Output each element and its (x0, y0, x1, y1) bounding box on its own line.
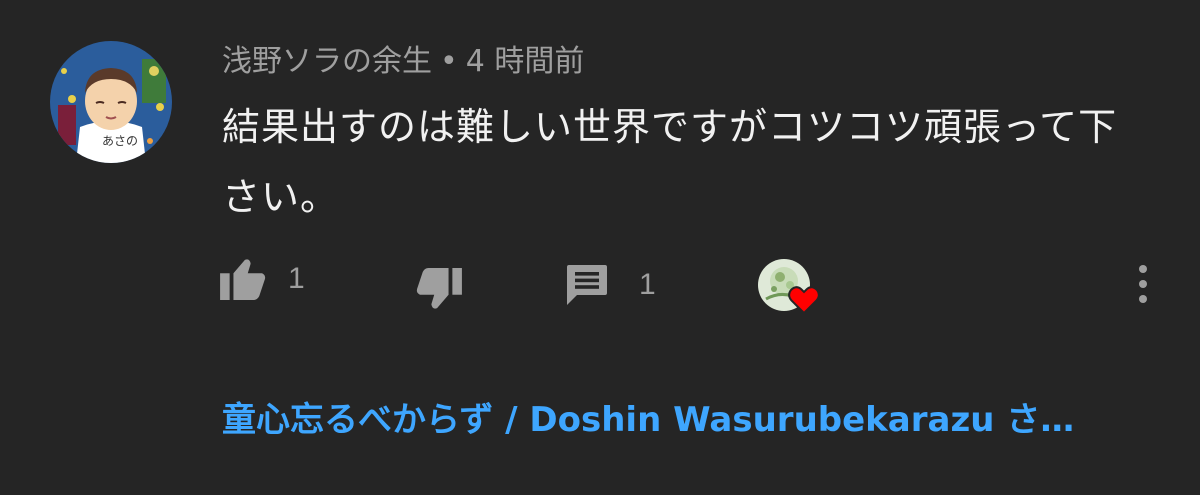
like-count: 1 (288, 262, 305, 295)
view-replies-link[interactable]: 童心忘るべからず / Doshin Wasurubekarazu さ… (222, 396, 1074, 444)
like-button[interactable]: 1 (220, 258, 305, 300)
reply-button[interactable]: 1 (565, 263, 656, 307)
comment-timestamp[interactable]: 4 時間前 (466, 44, 585, 79)
separator-dot: • (440, 44, 458, 79)
comment-item: あさの 浅野ソラの余生 • 4 時間前 結果出すのは難しい世界ですがコツコツ頑張って… (0, 0, 1200, 495)
thumb-up-icon (220, 259, 266, 300)
more-vert-icon (1139, 265, 1147, 303)
author-avatar[interactable]: あさの (50, 41, 172, 163)
svg-text:あさの: あさの (102, 134, 138, 148)
thumb-down-icon (416, 268, 462, 309)
comment-header: 浅野ソラの余生 • 4 時間前 (222, 38, 584, 86)
creator-heart (758, 259, 824, 317)
author-name[interactable]: 浅野ソラの余生 (222, 44, 432, 79)
dislike-button[interactable] (416, 268, 462, 310)
reply-count: 1 (639, 268, 656, 301)
heart-icon (788, 286, 820, 315)
reply-icon (567, 265, 607, 305)
more-options-button[interactable] (1129, 262, 1157, 308)
comment-text: 結果出すのは難しい世界ですがコツコツ頑張って下さい。 (222, 105, 1118, 219)
